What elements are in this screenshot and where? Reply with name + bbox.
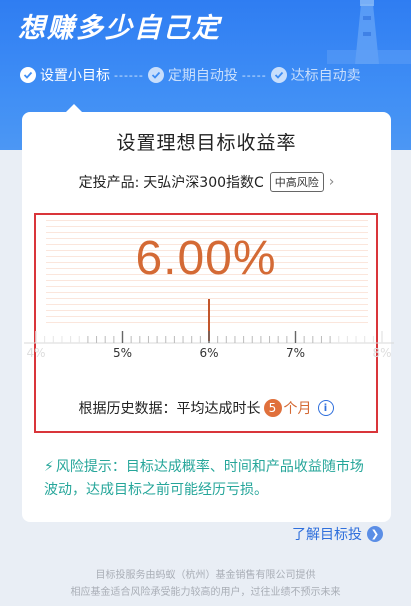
step-auto-sell: 达标自动卖 <box>270 65 361 85</box>
info-icon[interactable]: i <box>317 400 334 416</box>
arrow-right-icon: ❯ <box>367 526 383 542</box>
steps-bar: 设置小目标 ------ 定期自动投 ----- 达标自动卖 <box>0 62 411 88</box>
tick-label: 6% <box>199 346 219 360</box>
chevron-right-icon: › <box>328 174 335 190</box>
tick-label: 4% <box>26 346 46 360</box>
target-rate-value: 6.00% <box>135 232 277 285</box>
learn-more-label: 了解目标投 <box>292 527 362 543</box>
risk-badge: 中高风险 <box>269 172 324 192</box>
step-label: 设置小目标 <box>40 68 110 84</box>
active-step-indicator <box>66 104 82 112</box>
tick-label: 5% <box>112 346 133 360</box>
step-label: 定期自动投 <box>167 68 238 84</box>
hero-title: 想赚多少自己定 <box>18 13 221 44</box>
check-icon <box>270 67 287 83</box>
history-text: 根据历史数据：平均达成时长 <box>78 401 261 417</box>
step-auto-invest: 定期自动投 <box>147 65 238 85</box>
product-row[interactable]: 定投产品: 天弘沪深300指数C 中高风险 › <box>22 172 391 192</box>
rate-slider[interactable]: 6.00% 4% 5% 6% 7% 8% 根据历史数据：平均达成时长 5 个月 … <box>24 213 394 433</box>
product-name: 天弘沪深300指数C <box>143 175 264 191</box>
tick-label: 8% <box>372 346 392 360</box>
card-title: 设置理想目标收益率 <box>116 132 297 154</box>
step-set-goal: 设置小目标 <box>20 65 110 85</box>
step-divider: ----- <box>241 68 267 82</box>
learn-more-link[interactable]: 了解目标投 ❯ <box>292 524 383 544</box>
product-prefix: 定投产品: <box>78 175 140 191</box>
history-row: 根据历史数据：平均达成时长 5 个月 i <box>36 398 376 418</box>
lighthouse-icon <box>327 0 411 64</box>
step-label: 达标自动卖 <box>290 68 361 84</box>
months-unit: 个月 <box>283 401 312 417</box>
goal-card: 设置理想目标收益率 定投产品: 天弘沪深300指数C 中高风险 › 6.00% … <box>22 112 394 522</box>
tick-label: 7% <box>285 346 306 360</box>
step-divider: ------ <box>114 68 144 82</box>
footer-line-2: 相应基金适合风险承受能力较高的用户，过往业绩不预示未来 <box>70 587 341 598</box>
months-value: 5 <box>263 399 282 417</box>
risk-label: 风险提示： <box>55 459 126 475</box>
footer-line-1: 目标投服务由蚂蚁（杭州）基金销售有限公司提供 <box>95 570 316 581</box>
lightning-icon: ⚡ <box>44 459 54 475</box>
risk-notice: ⚡ 风险提示：目标达成概率、时间和产品收益随市场波动，达成目标之前可能经历亏损。 <box>44 456 374 502</box>
check-icon <box>20 67 36 83</box>
check-icon <box>147 67 164 83</box>
